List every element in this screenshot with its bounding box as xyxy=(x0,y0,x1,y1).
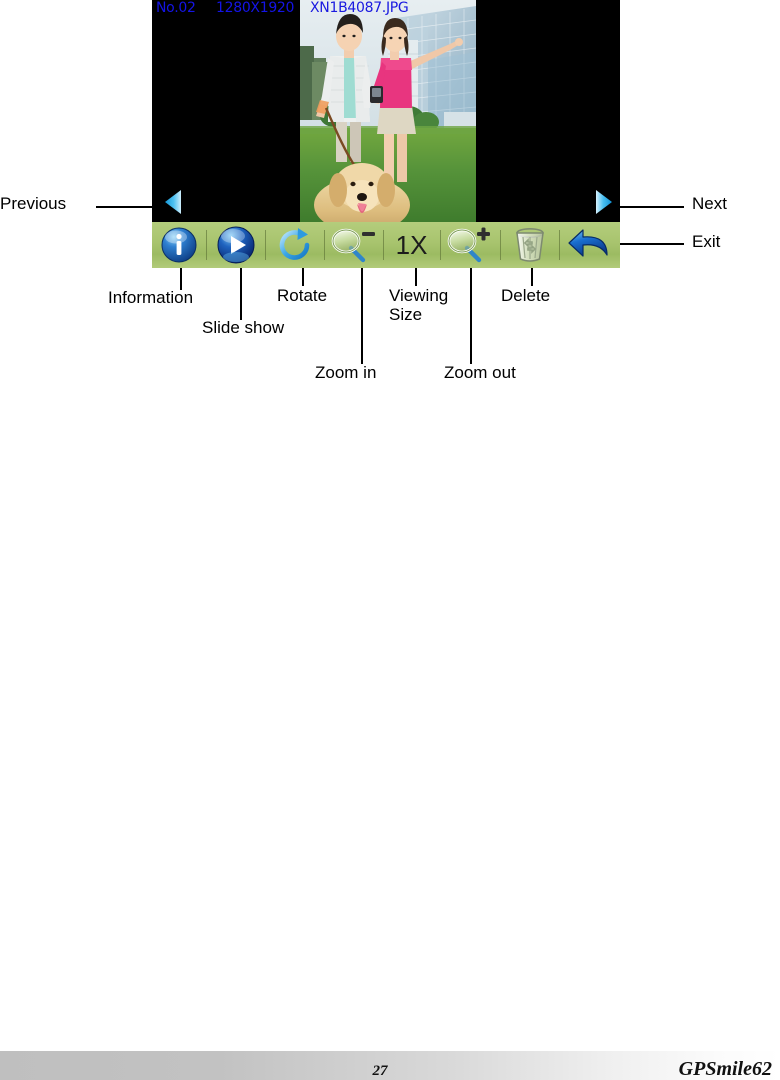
annotation-next: Next xyxy=(692,194,727,213)
leader-viewing-size xyxy=(415,268,417,286)
rotate-cw-icon xyxy=(279,228,310,260)
annotation-exit: Exit xyxy=(692,232,721,251)
previous-button[interactable] xyxy=(162,188,184,216)
annotation-information: Information xyxy=(108,288,194,307)
triangle-right-icon xyxy=(596,190,612,214)
photo-preview[interactable] xyxy=(300,0,476,222)
annotation-rotate: Rotate xyxy=(277,286,328,305)
leader-delete xyxy=(531,268,533,286)
magnifier-minus-icon xyxy=(331,228,375,263)
rotate-button[interactable] xyxy=(266,222,324,268)
leader-zoom-out xyxy=(470,268,472,364)
delete-button[interactable] xyxy=(501,222,559,268)
next-button[interactable] xyxy=(592,188,614,216)
leader-exit xyxy=(620,243,684,245)
zoom-out-button[interactable] xyxy=(441,222,501,268)
magnifier-plus-icon xyxy=(448,227,491,263)
triangle-left-icon xyxy=(165,190,181,214)
play-icon xyxy=(217,226,255,264)
trash-icon xyxy=(516,228,545,262)
page-root: No.02 1280X1920 XN1B4087.JPG 1X Previous… xyxy=(0,0,780,1080)
annotation-zoom-out: Zoom out xyxy=(444,363,516,382)
viewing-size-label: 1X xyxy=(395,230,428,260)
leader-information xyxy=(180,268,182,290)
leader-zoom-in xyxy=(361,268,363,364)
slide-show-button[interactable] xyxy=(207,222,265,268)
leader-next xyxy=(620,206,684,208)
photo-index-label: No.02 xyxy=(156,0,196,16)
leader-rotate xyxy=(302,268,304,286)
information-button[interactable] xyxy=(152,222,206,268)
brand-label: GPSmile62 xyxy=(678,1058,772,1080)
annotation-previous: Previous xyxy=(0,194,67,213)
exit-button[interactable] xyxy=(560,222,620,268)
photo-dimensions-label: 1280X1920 xyxy=(216,0,295,16)
photo-toolbar: 1X xyxy=(152,222,620,268)
back-arrow-icon xyxy=(568,229,608,257)
zoom-in-button[interactable] xyxy=(325,222,383,268)
info-icon xyxy=(161,227,197,263)
page-number: 27 xyxy=(372,1063,388,1079)
photo-image xyxy=(300,0,476,222)
device-screen: No.02 1280X1920 XN1B4087.JPG xyxy=(152,0,620,222)
leader-previous xyxy=(96,206,160,208)
leader-slide-show xyxy=(240,268,242,320)
annotation-zoom-in: Zoom in xyxy=(315,363,377,382)
viewing-size-indicator[interactable]: 1X xyxy=(384,222,440,268)
annotation-slide-show: Slide show xyxy=(202,318,285,337)
annotation-delete: Delete xyxy=(501,286,551,305)
annotation-viewing-size: Viewing Size xyxy=(389,286,449,325)
